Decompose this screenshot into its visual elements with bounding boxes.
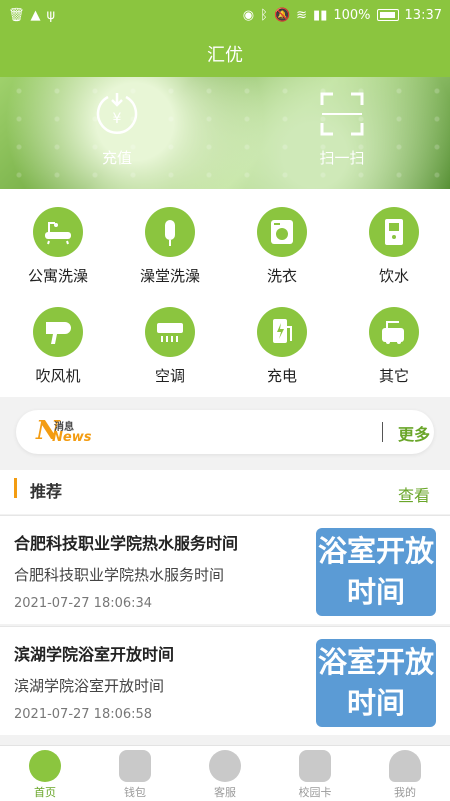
user-icon — [389, 750, 421, 782]
tab-label: 我的 — [394, 786, 416, 799]
home-icon — [29, 750, 61, 782]
status-bar: 🗑 ▲ ψ ◉ ᛒ 🔕 ≋ ▮▮ 100% 13:37 — [0, 0, 450, 30]
item-date: 2021-07-27 18:06:58 — [14, 707, 153, 722]
service-label: 空调 — [154, 367, 185, 385]
list-item[interactable]: 合肥科技职业学院热水服务时间 合肥科技职业学院热水服务时间 2021-07-27… — [0, 515, 450, 624]
section-accent-bar — [14, 478, 17, 498]
service-apartment-bath[interactable]: 公寓洗澡 — [2, 207, 114, 286]
scan-label: 扫一扫 — [319, 149, 365, 167]
battery-percent: 100% — [333, 7, 371, 23]
tab-label: 钱包 — [124, 786, 146, 799]
signal-icon: ▮▮ — [313, 7, 328, 23]
item-date: 2021-07-27 18:06:34 — [14, 596, 153, 611]
service-charging[interactable]: 充电 — [226, 307, 338, 386]
air-conditioner-icon — [145, 307, 195, 357]
tab-wallet[interactable]: 钱包 — [90, 750, 180, 800]
item-subtitle: 合肥科技职业学院热水服务时间 — [14, 566, 225, 584]
tab-campus-card[interactable]: 校园卡 — [270, 750, 360, 800]
page-title: 汇优 — [207, 44, 243, 66]
service-label: 其它 — [378, 367, 409, 385]
news-divider — [382, 422, 383, 442]
item-title: 合肥科技职业学院热水服务时间 — [14, 534, 239, 553]
tab-home[interactable]: 首页 — [0, 750, 90, 800]
tab-label: 客服 — [214, 786, 236, 799]
news-logo: N 消息 News — [36, 416, 92, 448]
wifi-icon: ≋ — [296, 7, 308, 23]
tab-service[interactable]: 客服 — [180, 750, 270, 800]
service-air-conditioner[interactable]: 空调 — [114, 307, 226, 386]
tab-label: 校园卡 — [298, 786, 332, 799]
banner: ¥ 充值 扫一扫 — [0, 77, 450, 189]
other-icon — [369, 307, 419, 357]
hair-dryer-icon — [33, 307, 83, 357]
location-icon: ◉ — [242, 7, 255, 23]
recommend-view-link[interactable]: 查看 — [398, 482, 430, 506]
recharge-button[interactable]: ¥ 充值 — [57, 91, 177, 168]
tab-label: 首页 — [34, 786, 56, 799]
usb-icon: ψ — [46, 7, 56, 23]
app-header: 汇优 — [0, 30, 450, 77]
card-icon — [299, 750, 331, 782]
list-item[interactable]: 滨湖学院浴室开放时间 滨湖学院浴室开放时间 2021-07-27 18:06:5… — [0, 626, 450, 735]
service-label: 洗衣 — [266, 267, 297, 285]
service-label: 饮水 — [378, 267, 409, 285]
item-thumbnail: 浴室开放时间 — [316, 639, 436, 727]
service-label: 公寓洗澡 — [27, 267, 88, 285]
recommend-header: 推荐 查看 — [0, 470, 450, 514]
battery-icon — [376, 9, 399, 21]
headset-icon — [209, 750, 241, 782]
recommend-title: 推荐 — [30, 482, 63, 501]
bottom-tab-bar: 首页 钱包 客服 校园卡 我的 — [0, 745, 450, 801]
service-label: 充电 — [266, 367, 297, 385]
washing-machine-icon — [257, 207, 307, 257]
shower-icon — [145, 207, 195, 257]
warning-icon: ▲ — [30, 7, 41, 23]
service-laundry[interactable]: 洗衣 — [226, 207, 338, 286]
water-dispenser-icon — [369, 207, 419, 257]
scan-icon — [320, 92, 364, 136]
bathtub-icon — [33, 207, 83, 257]
recharge-label: 充值 — [101, 149, 132, 167]
clock: 13:37 — [404, 7, 442, 23]
service-other[interactable]: 其它 — [338, 307, 450, 386]
service-hair-dryer[interactable]: 吹风机 — [2, 307, 114, 386]
news-logo-en: News — [52, 430, 92, 445]
news-bar[interactable]: N 消息 News 更多 — [16, 410, 434, 454]
service-bathhouse[interactable]: 澡堂洗澡 — [114, 207, 226, 286]
service-grid: 公寓洗澡 澡堂洗澡 洗衣 饮水 吹风机 空调 充电 其它 — [0, 189, 450, 397]
svg-text:¥: ¥ — [113, 111, 122, 127]
wallet-icon — [119, 750, 151, 782]
news-more-link[interactable]: 更多 — [398, 421, 430, 445]
service-label: 澡堂洗澡 — [139, 267, 200, 285]
bluetooth-icon: ᛒ — [260, 7, 268, 23]
charging-icon — [257, 307, 307, 357]
service-water[interactable]: 饮水 — [338, 207, 450, 286]
mute-icon: 🔕 — [273, 7, 291, 23]
item-title: 滨湖学院浴室开放时间 — [14, 645, 175, 664]
service-label: 吹风机 — [35, 367, 81, 385]
scan-button[interactable]: 扫一扫 — [282, 91, 402, 168]
trash-icon: 🗑 — [8, 7, 25, 23]
item-thumbnail: 浴室开放时间 — [316, 528, 436, 616]
yen-download-icon: ¥ — [96, 93, 138, 134]
item-subtitle: 滨湖学院浴室开放时间 — [14, 677, 165, 695]
tab-profile[interactable]: 我的 — [360, 750, 450, 800]
